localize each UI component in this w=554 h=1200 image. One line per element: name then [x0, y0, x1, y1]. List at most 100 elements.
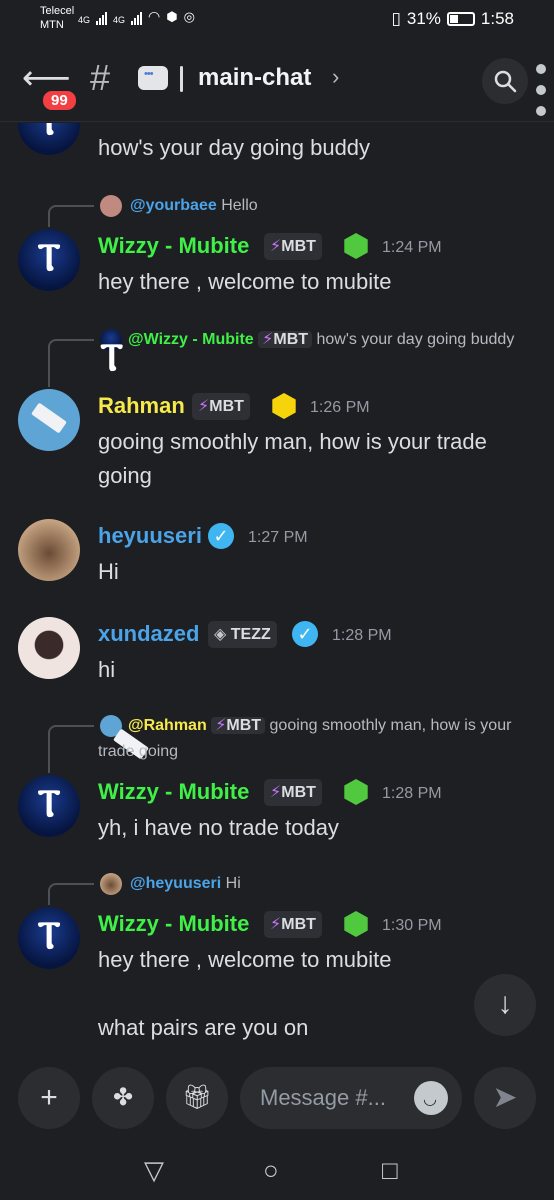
role-icon[interactable] [344, 233, 368, 259]
emoji-icon[interactable] [414, 1081, 448, 1115]
carrier-2: MTN [40, 19, 64, 31]
reply-connector [48, 205, 94, 227]
timestamp: 1:28 PM [382, 785, 442, 802]
hash-icon: # [90, 57, 111, 98]
message-body: what pairs are you on [98, 1015, 309, 1040]
reply-connector [48, 339, 94, 387]
message-body: hey there , welcome to mubite [98, 269, 392, 294]
avatar[interactable] [18, 389, 80, 451]
message-input[interactable] [260, 1081, 400, 1115]
reply-author: @heyuuseri [130, 875, 222, 892]
avatar[interactable] [18, 617, 80, 679]
timestamp: 1:28 PM [332, 627, 392, 644]
send-icon: ➤ [492, 1081, 518, 1114]
reply-preview[interactable]: @Rahman ⚡MBT gooing smoothly man, how is… [98, 713, 528, 765]
reply-preview[interactable]: @heyuuseri Hi [130, 871, 554, 897]
nav-back-icon[interactable]: ▽ [144, 1155, 164, 1186]
reply-tag: ⚡MBT [258, 331, 313, 348]
message-body: yh, i have no trade today [98, 815, 339, 840]
add-attachment-button[interactable]: + [18, 1067, 80, 1129]
search-icon [494, 70, 517, 93]
username[interactable]: Rahman [98, 393, 185, 419]
reply-connector [48, 725, 94, 773]
server-tag[interactable]: ◈ TEZZ [208, 621, 277, 648]
message-body: gooing smoothly man, how is your trade g… [98, 429, 487, 488]
wifi-icon: ◠ [148, 8, 161, 24]
vibrate-icon: ▯ [391, 9, 401, 28]
message-composer: + ✤ 🎁︎ ➤ [0, 1053, 554, 1143]
signal-strength-icon [96, 11, 108, 25]
search-button[interactable] [482, 58, 528, 104]
channel-title[interactable]: main-chat [198, 64, 311, 92]
signal-strength-icon-2 [131, 11, 143, 25]
username[interactable]: Wizzy - Mubite [98, 233, 249, 259]
signal-icons: 4G 4G ◠ ⬢ ◎ [78, 8, 195, 25]
reply-text: Hi [225, 875, 241, 892]
tag-label: MBT [281, 784, 316, 801]
bolt-icon: ⚡ [270, 238, 282, 255]
message-list[interactable]: how's your day going buddy @yourbaee Hel… [0, 123, 554, 1053]
network-type-1: 4G [78, 15, 91, 25]
message-body: Hi [98, 559, 119, 584]
status-right: ▯ 31% 1:58 [392, 9, 514, 29]
reply-preview[interactable]: @Wizzy - Mubite ⚡MBT how's your day goin… [98, 327, 528, 353]
tag-label: MBT [281, 916, 316, 933]
username[interactable]: Wizzy - Mubite [98, 911, 249, 937]
battery-percent: 31% [406, 9, 441, 28]
bolt-icon: ⚡ [270, 784, 282, 801]
arrow-down-icon: ↓ [497, 987, 513, 1020]
server-tag[interactable]: ⚡MBT [264, 779, 322, 806]
gift-icon: 🎁︎ [181, 1084, 213, 1111]
bolt-icon: ⚡ [198, 398, 210, 415]
reply-author: @yourbaee [130, 197, 217, 214]
avatar[interactable] [18, 907, 80, 969]
timestamp: 1:24 PM [382, 239, 442, 256]
rock-icon: ◈ [214, 626, 227, 643]
avatar[interactable] [18, 229, 80, 291]
username[interactable]: Wizzy - Mubite [98, 779, 249, 805]
username[interactable]: xundazed [98, 621, 199, 647]
reply-preview[interactable]: @yourbaee Hello [130, 193, 554, 219]
status-bar: Telecel MTN 4G 4G ◠ ⬢ ◎ ▯ 31% 1:58 [0, 0, 554, 44]
avatar[interactable] [18, 519, 80, 581]
more-options-icon[interactable] [536, 64, 548, 127]
reply-author: @Rahman [128, 717, 207, 734]
message-input-wrapper [240, 1067, 462, 1129]
reply-avatar [100, 195, 122, 217]
tag-label: MBT [281, 238, 316, 255]
nav-recents-icon[interactable]: □ [382, 1155, 398, 1186]
avatar[interactable] [18, 123, 80, 155]
role-icon[interactable] [272, 393, 296, 419]
username[interactable]: heyuuseri [98, 523, 202, 549]
server-tag[interactable]: ⚡MBT [192, 393, 250, 420]
chevron-right-icon[interactable]: › [332, 64, 339, 90]
network-type-2: 4G [113, 15, 126, 25]
send-button[interactable]: ➤ [474, 1067, 536, 1129]
reply-connector [48, 883, 94, 905]
role-icon[interactable] [344, 779, 368, 805]
battery-icon [446, 12, 475, 26]
timestamp: 1:30 PM [382, 917, 442, 934]
reply-tag: ⚡MBT [211, 717, 266, 734]
chat-bubble-icon [138, 66, 168, 90]
server-tag[interactable]: ⚡MBT [264, 233, 322, 260]
reply-text: how's your day going buddy [316, 331, 515, 348]
role-icon[interactable] [344, 911, 368, 937]
channel-header: ⟵ 99 # main-chat › [0, 44, 554, 122]
nav-home-icon[interactable]: ○ [263, 1155, 279, 1186]
instagram-icon: ◎ [183, 9, 195, 24]
reply-author: @Wizzy - Mubite [128, 331, 254, 348]
server-tag[interactable]: ⚡MBT [264, 911, 322, 938]
avatar[interactable] [18, 775, 80, 837]
message-body: hi [98, 657, 116, 682]
jump-to-bottom-button[interactable]: ↓ [474, 974, 536, 1036]
tag-label: MBT [209, 398, 244, 415]
app-icon: ⬢ [166, 9, 178, 24]
apps-icon: ✤ [112, 1084, 134, 1111]
gift-button[interactable]: 🎁︎ [166, 1067, 228, 1129]
reply-avatar [100, 873, 122, 895]
message-body: hey there , welcome to mubite [98, 947, 392, 972]
apps-button[interactable]: ✤ [92, 1067, 154, 1129]
plus-icon: + [40, 1081, 58, 1114]
verified-badge-icon: ✓ [208, 523, 234, 549]
